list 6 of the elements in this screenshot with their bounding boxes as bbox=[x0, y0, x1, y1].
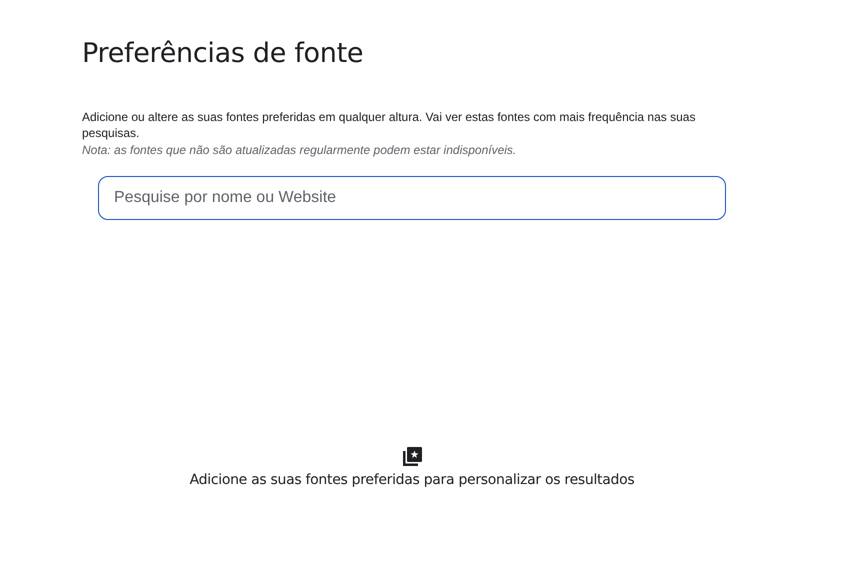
star-stack-icon bbox=[402, 446, 422, 467]
page-title: Preferências de fonte bbox=[82, 38, 364, 69]
description: Adicione ou altere as suas fontes preferidas em qualquer altura. Vai ver estas fontes com mais frequência nas suas pesquisas. bbox=[82, 109, 696, 141]
note: Nota: as fontes que não são atualizadas regularmente podem estar indisponíveis. bbox=[82, 143, 516, 157]
empty-message: Adicione as suas fontes preferidas para personalizar os resultados bbox=[190, 472, 634, 488]
search-field[interactable]: Pesquise por nome ou Website bbox=[98, 176, 726, 220]
